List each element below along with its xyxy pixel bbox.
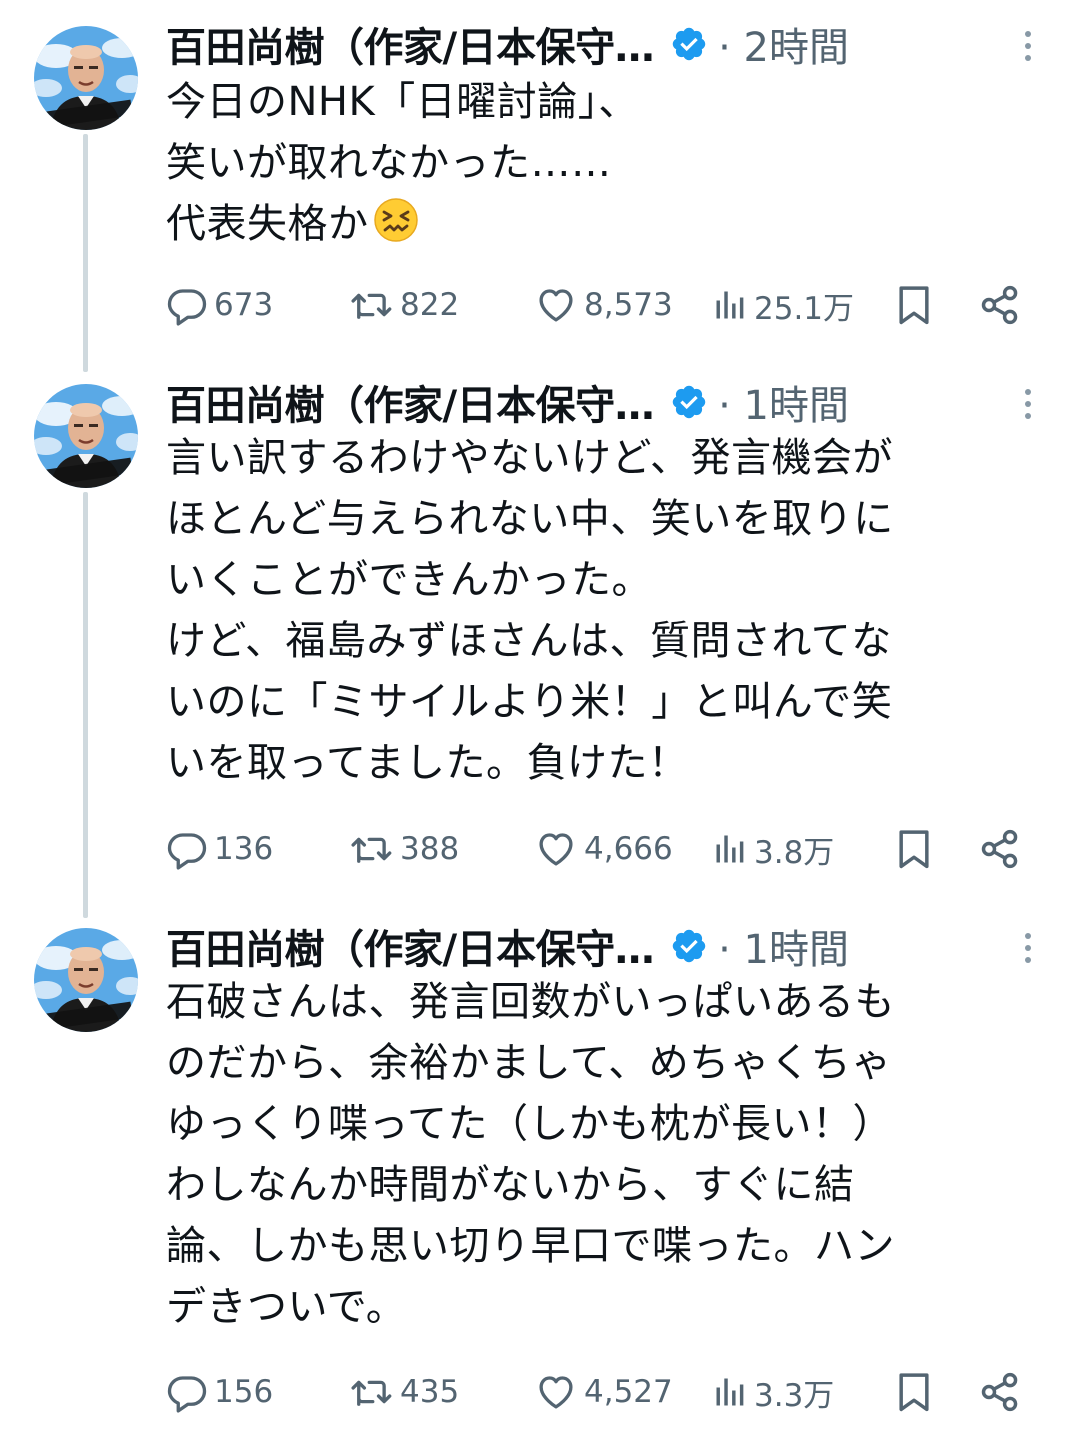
reply-count: 673 — [214, 287, 274, 323]
share-button[interactable] — [978, 824, 1022, 874]
action-bar: 673 822 8,573 25.1万 — [166, 280, 1046, 330]
author-name[interactable]: 百田尚樹（作家/日本保守… — [166, 373, 655, 431]
avatar-image — [34, 26, 138, 130]
views-button[interactable]: 3.8万 — [712, 824, 834, 874]
tweet-timestamp[interactable]: · 1時間 — [718, 917, 849, 975]
like-icon — [534, 284, 578, 326]
reply-icon — [166, 284, 208, 326]
avatar[interactable] — [34, 384, 138, 488]
retweet-icon — [348, 284, 394, 326]
tweet-timestamp[interactable]: · 2時間 — [718, 15, 849, 73]
views-count: 25.1万 — [754, 290, 855, 327]
thread-line — [83, 134, 88, 372]
verified-badge-icon[interactable] — [670, 927, 708, 965]
views-icon — [712, 1372, 748, 1412]
tweet-timestamp[interactable]: · 1時間 — [718, 373, 849, 431]
tweet-header: 百田尚樹（作家/日本保守… · 1時間 — [166, 916, 849, 976]
more-icon[interactable] — [1018, 26, 1038, 66]
action-bar: 156 435 4,527 3.3万 — [166, 1367, 1046, 1417]
reply-button[interactable]: 136 — [166, 824, 273, 874]
verified-badge-icon[interactable] — [670, 25, 708, 63]
share-icon — [978, 1370, 1022, 1414]
avatar[interactable] — [34, 928, 138, 1032]
tweet-text: 今日のNHK「日曜討論」、 笑いが取れなかった…… 代表失格か — [166, 72, 1026, 255]
views-count: 3.8万 — [754, 834, 835, 871]
verified-badge-icon[interactable] — [670, 383, 708, 421]
more-icon[interactable] — [1018, 384, 1038, 424]
bookmark-button[interactable] — [892, 824, 936, 874]
retweet-count: 388 — [400, 831, 460, 867]
like-icon — [534, 1371, 578, 1413]
tweet-text: 言い訳するわけやないけど、発言機会が ほとんど与えられない中、笑いを取りに いく… — [166, 435, 894, 786]
reply-count: 136 — [214, 831, 274, 867]
tweet-header: 百田尚樹（作家/日本保守… · 2時間 — [166, 14, 849, 74]
bookmark-icon — [892, 1370, 936, 1414]
more-icon[interactable] — [1018, 928, 1038, 968]
thread-line — [83, 492, 88, 918]
share-button[interactable] — [978, 280, 1022, 330]
reply-button[interactable]: 156 — [166, 1367, 273, 1417]
share-icon — [978, 283, 1022, 327]
bookmark-button[interactable] — [892, 1367, 936, 1417]
like-icon — [534, 828, 578, 870]
avatar[interactable] — [34, 26, 138, 130]
share-button[interactable] — [978, 1367, 1022, 1417]
avatar-image — [34, 384, 138, 488]
views-button[interactable]: 3.3万 — [712, 1367, 834, 1417]
views-count: 3.3万 — [754, 1377, 835, 1414]
views-icon — [712, 829, 748, 869]
reply-count: 156 — [214, 1374, 274, 1410]
retweet-icon — [348, 1371, 394, 1413]
bookmark-icon — [892, 283, 936, 327]
tweet-header: 百田尚樹（作家/日本保守… · 1時間 — [166, 372, 849, 432]
confounded-face-icon — [373, 197, 419, 243]
like-count: 8,573 — [584, 287, 673, 323]
avatar-image — [34, 928, 138, 1032]
retweet-button[interactable]: 822 — [348, 280, 459, 330]
like-button[interactable]: 4,527 — [534, 1367, 673, 1417]
bookmark-button[interactable] — [892, 280, 936, 330]
tweet-text: 石破さんは、発言回数がいっぱいあるも のだから、余裕かまして、めちゃくちゃ ゆっ… — [166, 979, 895, 1330]
retweet-icon — [348, 828, 394, 870]
views-button[interactable]: 25.1万 — [712, 280, 854, 330]
action-bar: 136 388 4,666 3.8万 — [166, 824, 1046, 874]
reply-button[interactable]: 673 — [166, 280, 273, 330]
share-icon — [978, 827, 1022, 871]
like-button[interactable]: 4,666 — [534, 824, 673, 874]
like-count: 4,666 — [584, 831, 673, 867]
retweet-count: 822 — [400, 287, 460, 323]
bookmark-icon — [892, 827, 936, 871]
like-button[interactable]: 8,573 — [534, 280, 673, 330]
retweet-button[interactable]: 388 — [348, 824, 459, 874]
reply-icon — [166, 828, 208, 870]
views-icon — [712, 285, 748, 325]
author-name[interactable]: 百田尚樹（作家/日本保守… — [166, 917, 655, 975]
retweet-count: 435 — [400, 1374, 460, 1410]
retweet-button[interactable]: 435 — [348, 1367, 459, 1417]
author-name[interactable]: 百田尚樹（作家/日本保守… — [166, 15, 655, 73]
like-count: 4,527 — [584, 1374, 673, 1410]
reply-icon — [166, 1371, 208, 1413]
